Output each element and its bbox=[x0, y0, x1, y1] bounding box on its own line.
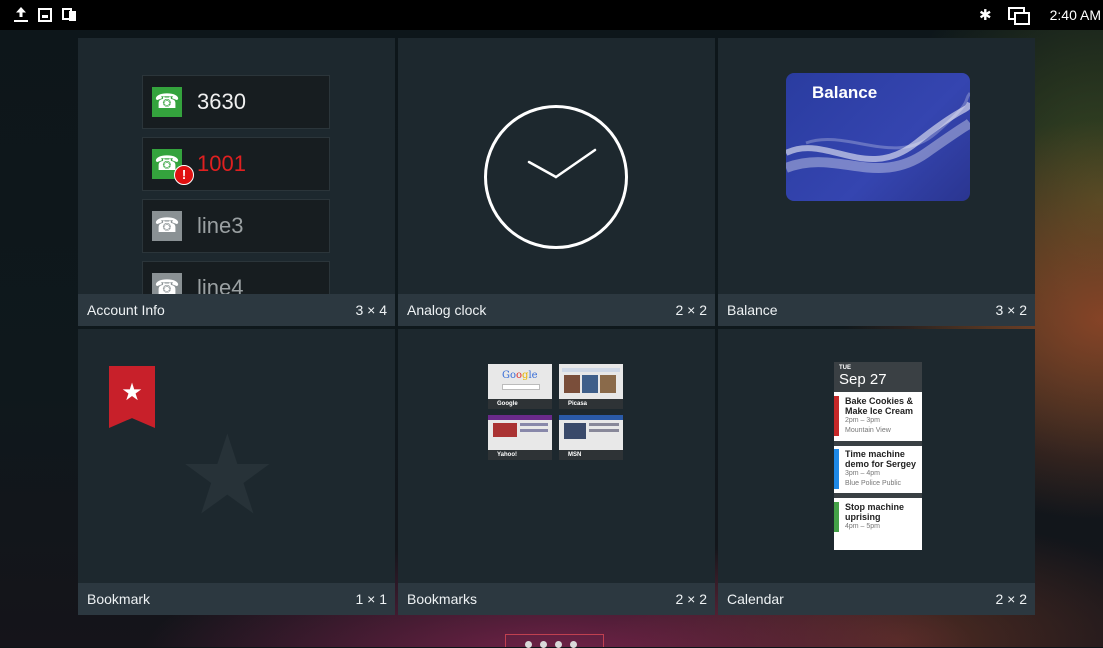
account-label: 1001 bbox=[197, 151, 246, 176]
bluetooth-icon: ✱ bbox=[979, 7, 992, 24]
widget-name: Analog clock bbox=[407, 302, 487, 318]
calendar-event: Bake Cookies & Make Ice Cream 2pm – 3pm … bbox=[834, 396, 922, 436]
star-watermark-icon: ★ bbox=[178, 414, 277, 537]
phone-icon bbox=[152, 211, 182, 241]
account-row: ! 1001 bbox=[142, 137, 330, 191]
widget-name: Account Info bbox=[87, 302, 165, 318]
event-title: demo for Sergey bbox=[845, 459, 917, 469]
calendar-preview: TUE Sep 27 Bake Cookies & Make Ice Cream… bbox=[834, 362, 922, 550]
calendar-header: TUE Sep 27 bbox=[834, 362, 922, 392]
widget-name: Bookmark bbox=[87, 591, 151, 607]
widget-caption: Account Info 3 × 4 bbox=[78, 294, 395, 326]
bookmark-thumbnail: Picasa bbox=[559, 364, 623, 409]
widget-calendar[interactable]: TUE Sep 27 Bake Cookies & Make Ice Cream… bbox=[718, 329, 1035, 615]
bookmark-thumbnail: MSN bbox=[559, 415, 623, 460]
calendar-date: Sep 27 bbox=[839, 371, 887, 388]
widget-picker-grid: 3630 ! 1001 line3 line4 Account Info 3 ×… bbox=[78, 38, 1035, 615]
status-bar: ✱ 2:40 AM bbox=[0, 0, 1103, 30]
widget-name: Bookmarks bbox=[407, 591, 478, 607]
widget-account-info[interactable]: 3630 ! 1001 line3 line4 Account Info 3 ×… bbox=[78, 38, 395, 326]
event-time: 3pm – 4pm bbox=[845, 470, 881, 477]
widget-bookmarks[interactable]: Google Google Picasa Yahoo! MSN Bookmark… bbox=[398, 329, 715, 615]
event-title: Bake Cookies & bbox=[845, 396, 914, 406]
event-title: Make Ice Cream bbox=[845, 406, 914, 416]
thumbnail-label: Yahoo! bbox=[488, 450, 552, 460]
google-logo-icon: Google bbox=[502, 370, 538, 381]
balance-card: Balance bbox=[786, 73, 970, 201]
widget-caption: Bookmark 1 × 1 bbox=[78, 583, 395, 615]
widget-caption: Bookmarks 2 × 2 bbox=[398, 583, 715, 615]
event-time: 2pm – 3pm bbox=[845, 417, 881, 424]
calendar-event: Time machine demo for Sergey 3pm – 4pm B… bbox=[834, 449, 922, 489]
widget-size: 3 × 2 bbox=[995, 302, 1027, 318]
calendar-event: Stop machine uprising 4pm – 5pm bbox=[834, 502, 922, 532]
bookmark-thumbnail: Yahoo! bbox=[488, 415, 552, 460]
page-indicator[interactable] bbox=[505, 634, 604, 648]
system-icons: ✱ 2:40 AM bbox=[979, 0, 1103, 30]
error-icon: ! bbox=[174, 165, 194, 185]
phone-icon bbox=[152, 87, 182, 117]
thumbnail-label: Google bbox=[488, 399, 552, 409]
usb-icon bbox=[62, 7, 76, 22]
bookmark-ribbon-icon bbox=[109, 366, 155, 428]
balance-card-title: Balance bbox=[812, 83, 878, 102]
screenshot-icon bbox=[38, 8, 52, 22]
status-clock: 2:40 AM bbox=[1049, 7, 1101, 23]
thumbnail-label: MSN bbox=[559, 450, 623, 460]
widget-analog-clock[interactable]: Analog clock 2 × 2 bbox=[398, 38, 715, 326]
notification-icons bbox=[14, 7, 76, 22]
widget-bookmark[interactable]: ★ Bookmark 1 × 1 bbox=[78, 329, 395, 615]
event-location: Blue Police Public bbox=[845, 480, 902, 487]
widget-size: 2 × 2 bbox=[995, 591, 1027, 607]
widget-caption: Analog clock 2 × 2 bbox=[398, 294, 715, 326]
widget-name: Balance bbox=[727, 302, 778, 318]
widget-balance[interactable]: Balance Balance 3 × 2 bbox=[718, 38, 1035, 326]
event-location: Mountain View bbox=[845, 427, 891, 434]
multi-screen-icon bbox=[1007, 7, 1030, 25]
thumbnail-label: Picasa bbox=[559, 399, 623, 409]
widget-name: Calendar bbox=[727, 591, 784, 607]
account-row: 3630 bbox=[142, 75, 330, 129]
clock-face-icon bbox=[484, 105, 628, 249]
widget-size: 2 × 2 bbox=[675, 591, 707, 607]
widget-caption: Balance 3 × 2 bbox=[718, 294, 1035, 326]
event-time: 4pm – 5pm bbox=[845, 523, 881, 530]
event-title: Time machine bbox=[845, 449, 905, 459]
widget-caption: Calendar 2 × 2 bbox=[718, 583, 1035, 615]
upload-icon bbox=[14, 7, 28, 22]
widget-size: 3 × 4 bbox=[355, 302, 387, 318]
account-row: line3 bbox=[142, 199, 330, 253]
account-label: 3630 bbox=[197, 89, 246, 114]
account-label: line3 bbox=[197, 213, 244, 238]
widget-size: 2 × 2 bbox=[675, 302, 707, 318]
event-title: uprising bbox=[845, 512, 881, 522]
widget-size: 1 × 1 bbox=[355, 591, 387, 607]
event-title: Stop machine bbox=[845, 502, 905, 512]
bookmark-thumbnail: Google Google bbox=[488, 364, 552, 409]
